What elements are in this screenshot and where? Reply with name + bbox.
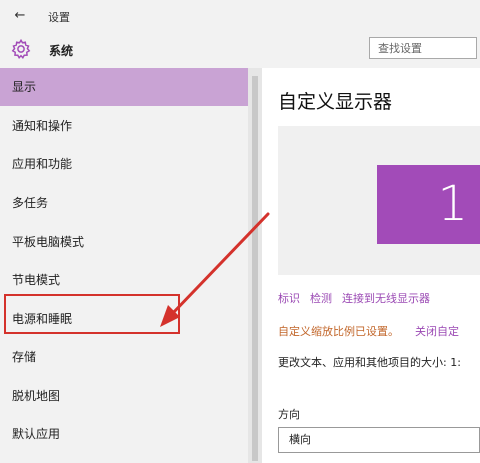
window-title: 设置 bbox=[48, 11, 70, 24]
scaling-notice: 自定义缩放比例已设置。 关闭自定 bbox=[278, 323, 459, 339]
detect-link[interactable]: 检测 bbox=[310, 292, 332, 305]
sidebar-item-offline-maps[interactable]: 脱机地图 bbox=[0, 377, 248, 415]
display-links: 标识 检测 连接到无线显示器 bbox=[278, 290, 440, 306]
gear-icon bbox=[11, 38, 31, 59]
app-title: 系统 bbox=[49, 44, 74, 58]
sidebar-item-default-apps[interactable]: 默认应用 bbox=[0, 415, 248, 453]
title-bar: ← 设置 bbox=[0, 0, 480, 32]
turn-off-custom-scaling-link[interactable]: 关闭自定 bbox=[415, 325, 459, 338]
settings-window: ← 设置 系统 显示 通知和操作 应用和功能 多任务 平板电脑模式 节电模式 电… bbox=[0, 0, 480, 463]
search-input[interactable] bbox=[370, 38, 476, 58]
main-content: 自定义显示器 1 标识 检测 连接到无线显示器 自定义缩放比例已设置。 关闭自定 更改… bbox=[262, 68, 480, 463]
size-label: 更改文本、应用和其他项目的大小: 1: bbox=[278, 356, 461, 369]
sidebar: 显示 通知和操作 应用和功能 多任务 平板电脑模式 节电模式 电源和睡眠 存储 … bbox=[0, 68, 248, 463]
scrollbar-thumb[interactable] bbox=[252, 76, 258, 461]
sidebar-item-notifications[interactable]: 通知和操作 bbox=[0, 107, 248, 145]
monitor-tile[interactable]: 1 bbox=[377, 165, 480, 244]
scaling-warning-text: 自定义缩放比例已设置。 bbox=[278, 325, 399, 338]
back-arrow-icon[interactable]: ← bbox=[8, 6, 32, 26]
page-title: 自定义显示器 bbox=[278, 91, 393, 113]
orientation-label: 方向 bbox=[278, 408, 300, 421]
sidebar-scrollbar[interactable] bbox=[248, 68, 262, 463]
identify-link[interactable]: 标识 bbox=[278, 292, 300, 305]
sidebar-item-display[interactable]: 显示 bbox=[0, 68, 248, 106]
orientation-dropdown[interactable]: 横向 bbox=[278, 427, 480, 453]
annotation-highlight-box bbox=[4, 294, 180, 334]
sidebar-item-apps[interactable]: 应用和功能 bbox=[0, 145, 248, 183]
search-box[interactable] bbox=[369, 37, 477, 59]
sidebar-item-tablet-mode[interactable]: 平板电脑模式 bbox=[0, 223, 248, 261]
display-preview: 1 bbox=[278, 126, 480, 275]
sidebar-item-storage[interactable]: 存储 bbox=[0, 338, 248, 376]
sidebar-item-multitasking[interactable]: 多任务 bbox=[0, 184, 248, 222]
connect-wireless-link[interactable]: 连接到无线显示器 bbox=[342, 292, 430, 305]
page-header: 系统 bbox=[0, 32, 480, 68]
